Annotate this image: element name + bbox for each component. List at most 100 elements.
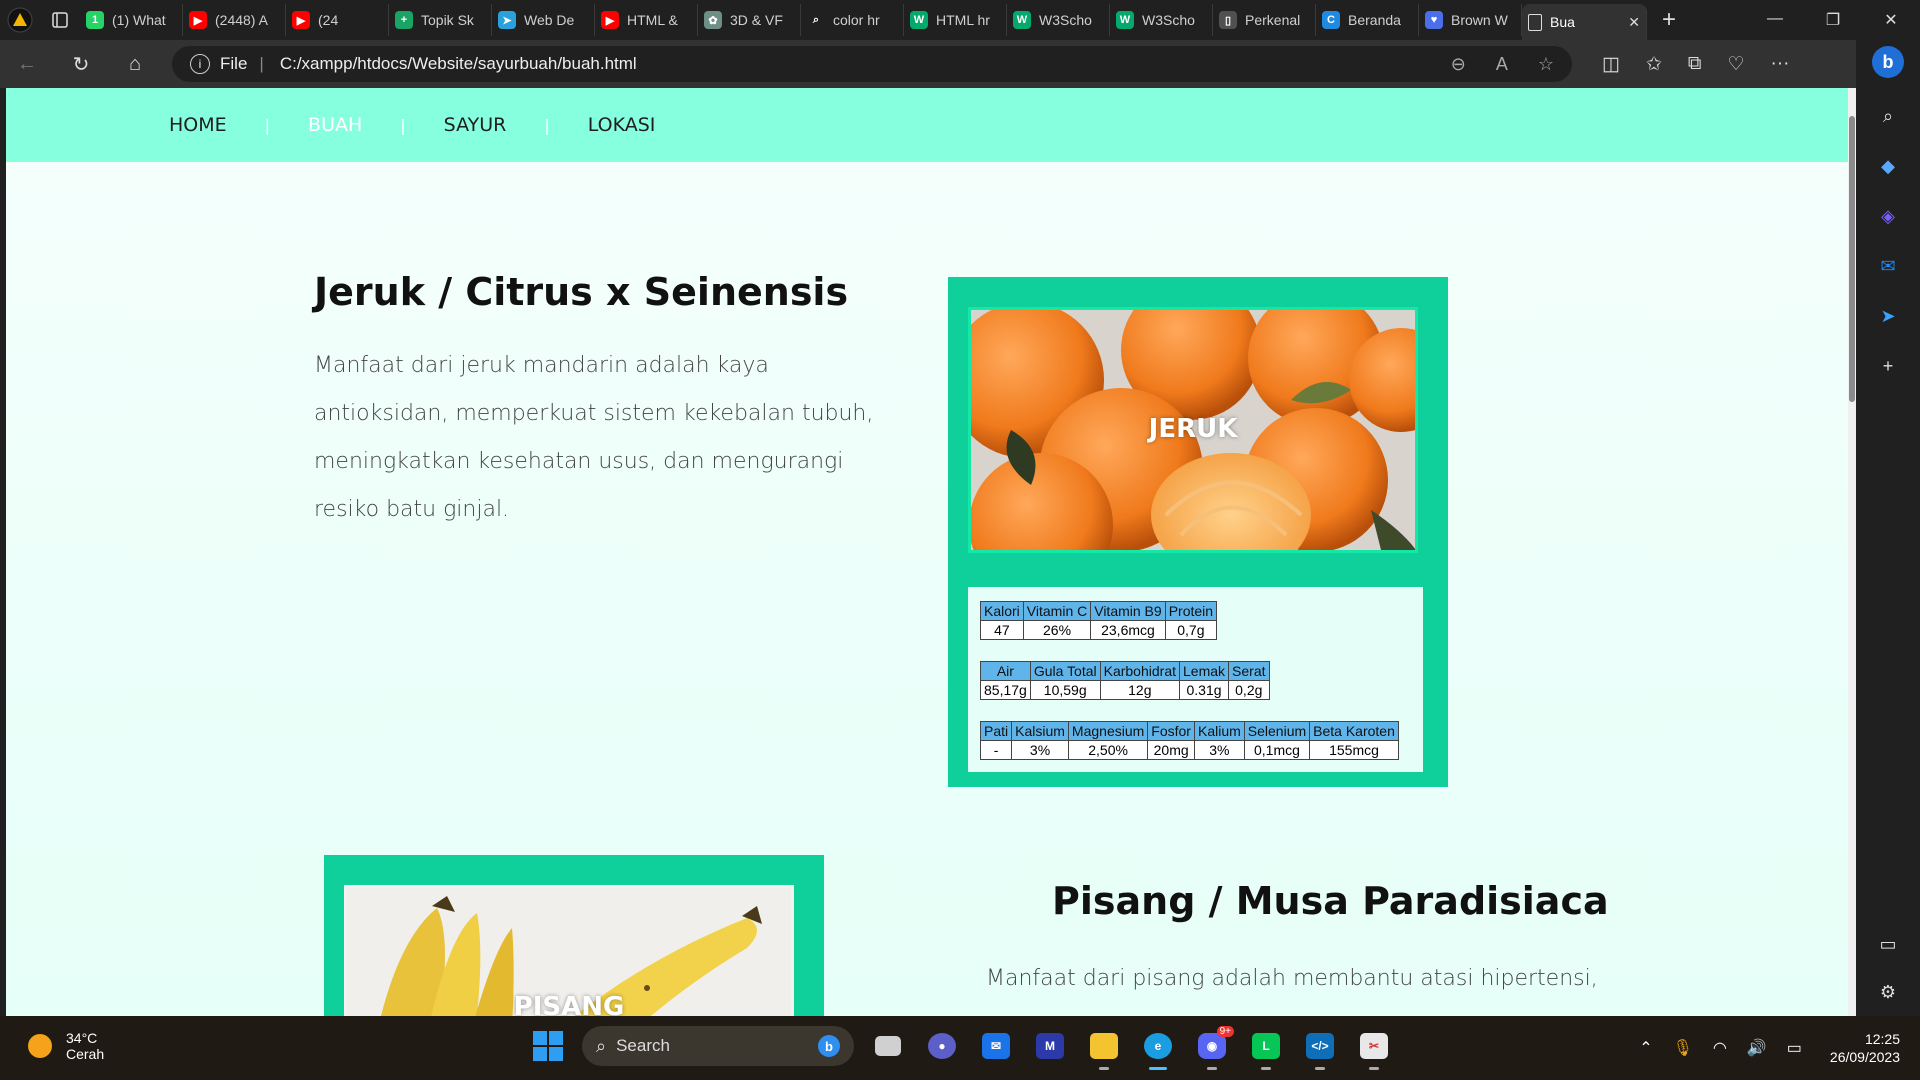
nav-link-lokasi[interactable]: LOKASI — [588, 114, 656, 136]
browser-tab[interactable]: ♥ Brown W — [1419, 4, 1522, 36]
teams-chat-icon[interactable]: ● — [922, 1026, 962, 1066]
w3schools-icon: W — [910, 11, 928, 29]
vscode-icon[interactable]: </> — [1300, 1026, 1340, 1070]
browser-tab[interactable]: ▶ (2448) A — [183, 4, 286, 36]
canva-icon: C — [1322, 11, 1340, 29]
browser-tab[interactable]: ⌕ color hr — [801, 4, 904, 36]
browser-tab[interactable]: ▶ HTML & — [595, 4, 698, 36]
nav-link-home[interactable]: HOME — [169, 114, 227, 136]
close-window-button[interactable]: ✕ — [1862, 10, 1920, 30]
search-icon[interactable]: ⌕ — [1876, 104, 1900, 128]
xampp-icon[interactable]: M — [1030, 1026, 1070, 1066]
close-tab-icon[interactable]: ✕ — [1628, 14, 1640, 31]
settings-gear-icon[interactable]: ⚙ — [1876, 980, 1900, 1004]
favorites-icon[interactable]: ✩ — [1646, 53, 1662, 76]
file-explorer-icon[interactable] — [1084, 1026, 1124, 1070]
nutrition-header: Selenium — [1243, 721, 1311, 741]
nav-link-sayur[interactable]: SAYUR — [444, 114, 507, 136]
task-view-icon[interactable] — [868, 1026, 908, 1066]
url-field[interactable]: i File | C:/xampp/htdocs/Website/sayurbu… — [172, 46, 1572, 82]
system-tray: ⌃ 🎙 ◠ 🔊 ▭ 12:25 26/09/2023 — [1629, 1016, 1920, 1080]
nutrition-value: 20mg — [1147, 740, 1195, 760]
nutrition-header: Protein — [1164, 601, 1218, 621]
nutrition-header: Kalori — [980, 601, 1024, 621]
browser-tab[interactable]: ▶ (24 — [286, 4, 389, 36]
volume-icon[interactable]: 🔊 — [1747, 1038, 1767, 1058]
nutrition-value: 3% — [1011, 740, 1069, 760]
more-menu-icon[interactable]: ··· — [1771, 53, 1790, 76]
copilot-icon[interactable]: b — [1872, 46, 1904, 78]
youtube-icon: ▶ — [601, 11, 619, 29]
browser-profile-icon[interactable] — [0, 0, 40, 40]
browser-tab[interactable]: ▯ Perkenal — [1213, 4, 1316, 36]
zoom-icon[interactable]: ⊖ — [1451, 54, 1466, 75]
home-button[interactable]: ⌂ — [108, 53, 162, 76]
browser-tab[interactable]: + Topik Sk — [389, 4, 492, 36]
url-separator: | — [259, 54, 264, 73]
browser-tab[interactable]: ✿ 3D & VF — [698, 4, 801, 36]
nutrition-value: 0,1mcg — [1243, 740, 1311, 760]
tab-active[interactable]: Bua ✕ — [1522, 4, 1647, 40]
line-icon[interactable]: L — [1246, 1026, 1286, 1070]
microphone-icon[interactable]: 🎙 — [1673, 1038, 1693, 1058]
browser-tab[interactable]: W W3Scho — [1007, 4, 1110, 36]
snipping-tool-icon[interactable]: ✂ — [1354, 1026, 1394, 1070]
scrollbar-thumb[interactable] — [1849, 116, 1855, 402]
nutrition-table-1: Kalori Vitamin C Vitamin B9 Protein 47 26% 23,… — [980, 601, 1218, 640]
jeruk-description: Manfaat dari jeruk mandarin adalah kaya … — [314, 353, 874, 522]
outlook-icon[interactable]: ✉ — [1876, 254, 1900, 278]
new-tab-button[interactable]: + — [1647, 6, 1691, 34]
browser-tab[interactable]: 1 (1) What — [80, 4, 183, 36]
discord-icon[interactable]: ◉ 9+ — [1192, 1026, 1234, 1070]
read-aloud-icon[interactable]: A — [1496, 54, 1508, 75]
shopping-tag-icon[interactable]: ◆ — [1876, 154, 1900, 178]
page-viewport: HOME | BUAH | SAYUR | LOKASI Jeruk / Citrus x … — [6, 88, 1848, 1016]
clock-date: 26/09/2023 — [1829, 1049, 1900, 1065]
nutrition-header: Kalsium — [1011, 721, 1069, 741]
browser-tab[interactable]: ➤ Web De — [492, 4, 595, 36]
browser-tab-label: HTML hr — [936, 12, 990, 28]
collections-icon[interactable]: ⧉ — [1688, 53, 1702, 76]
clock[interactable]: 12:25 26/09/2023 — [1830, 1030, 1900, 1066]
minimize-button[interactable]: — — [1746, 10, 1804, 30]
browser-tab-label: color hr — [833, 12, 880, 28]
jeruk-photo: JERUK — [968, 307, 1418, 553]
battery-icon[interactable]: ▭ — [1787, 1038, 1802, 1058]
add-sidebar-icon[interactable]: + — [1876, 354, 1900, 378]
weather-temperature: 34°C — [66, 1030, 98, 1046]
nutrition-header: Beta Karoten — [1309, 721, 1399, 741]
browser-tab-label: 3D & VF — [730, 12, 783, 28]
info-icon[interactable]: i — [190, 54, 210, 74]
wifi-icon[interactable]: ◠ — [1713, 1038, 1727, 1058]
favorite-star-icon[interactable]: ☆ — [1538, 54, 1554, 75]
show-hidden-icons-icon[interactable]: ⌃ — [1639, 1038, 1652, 1058]
nutrition-value: 0.31g — [1178, 680, 1230, 700]
games-icon[interactable]: ◈ — [1876, 204, 1900, 228]
mail-icon[interactable]: ✉ — [976, 1026, 1016, 1066]
browser-tab-label: HTML & — [627, 12, 678, 28]
jeruk-title: Jeruk / Citrus x Seinensis — [314, 270, 849, 314]
start-button[interactable] — [528, 1026, 568, 1066]
drop-icon[interactable]: ➤ — [1876, 304, 1900, 328]
browser-tab[interactable]: C Beranda — [1316, 4, 1419, 36]
split-screen-icon[interactable]: ◫ — [1602, 53, 1620, 76]
nutrition-value: 0,7g — [1164, 620, 1218, 640]
hide-sidebar-icon[interactable]: ▭ — [1876, 932, 1900, 956]
tab-actions-icon[interactable] — [40, 0, 80, 40]
back-button[interactable]: ← — [0, 53, 54, 76]
browser-tab-label: (2448) A — [215, 12, 268, 28]
page-scrollbar[interactable] — [1848, 88, 1856, 1016]
edge-browser-icon[interactable]: e — [1138, 1026, 1178, 1070]
browser-tab[interactable]: W HTML hr — [904, 4, 1007, 36]
nutrition-header: Fosfor — [1147, 721, 1195, 741]
restore-button[interactable]: ❐ — [1804, 10, 1862, 30]
refresh-button[interactable]: ↻ — [54, 52, 108, 77]
nutrition-value: 155mcg — [1309, 740, 1399, 760]
health-icon[interactable]: ♡ — [1727, 53, 1744, 76]
pisang-description: Manfaat dari pisang adalah membantu atas… — [986, 966, 1598, 991]
taskbar-search[interactable]: ⌕ Search b — [582, 1026, 854, 1066]
nutrition-header: Air — [980, 661, 1031, 681]
weather-widget[interactable]: 34°C Cerah — [28, 1030, 104, 1062]
browser-tab[interactable]: W W3Scho — [1110, 4, 1213, 36]
nav-link-buah[interactable]: BUAH — [308, 114, 362, 136]
